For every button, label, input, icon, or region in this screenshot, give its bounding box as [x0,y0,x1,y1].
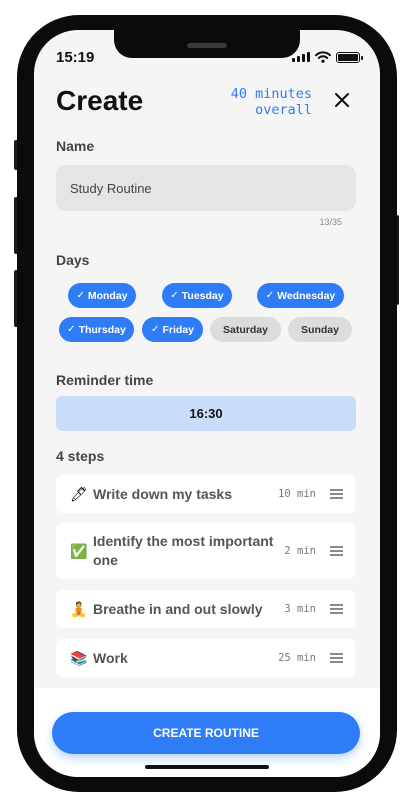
notch [114,30,300,58]
step-title: Write down my tasks [93,485,233,502]
name-label: Name [56,138,95,154]
overall-duration: 40 minutes overall [231,86,312,118]
day-chip-tuesday[interactable]: ✓ Tuesday [162,283,232,308]
day-chip-label: Monday [87,289,128,302]
check-icon: ✓ [151,324,160,335]
status-icons [292,51,363,63]
drag-handle-icon[interactable] [330,546,343,556]
day-chip-label: Saturday [223,323,268,336]
status-time: 15:19 [56,49,95,66]
reminder-label: Reminder time [56,372,154,388]
day-chip-label: Wednesday [277,289,336,302]
steps-label: 4 steps [56,448,105,464]
day-chip-sunday[interactable]: Sunday [288,317,352,342]
check-icon: ✓ [265,290,275,301]
battery-icon [336,51,363,63]
overall-duration-line1: 40 minutes [230,86,312,102]
day-chip-friday[interactable]: ✓ Friday [142,317,203,342]
check-icon: ✓ [76,290,85,301]
check-icon: ✓ [170,290,179,301]
days-label: Days [56,252,90,268]
name-char-counter: 13/35 [319,217,342,227]
check-icon: ✓ [67,324,76,335]
step-item[interactable]: 🖊 Write down my tasks 10 min [56,475,355,513]
day-chip-label: Tuesday [181,289,224,302]
drag-handle-icon[interactable] [330,653,343,663]
day-chip-saturday[interactable]: Saturday [210,317,281,342]
step-title: Identify the most important one [93,533,274,568]
step-item[interactable]: 📚 Work 25 min [56,639,355,677]
step-title: Work [93,649,128,666]
meditation-icon: 🧘 [70,600,88,617]
create-routine-button[interactable]: CREATE ROUTINE [52,712,360,754]
drag-handle-icon[interactable] [330,489,343,499]
day-chip-label: Friday [162,323,194,336]
step-duration: 10 min [278,488,316,500]
wifi-icon [315,51,331,63]
home-indicator [145,765,269,769]
drag-handle-icon[interactable] [330,604,343,614]
reminder-time-picker[interactable]: 16:30 [56,396,356,431]
step-item[interactable]: 🧘 Breathe in and out slowly 3 min [56,590,355,628]
day-chip-wednesday[interactable]: ✓ Wednesday [257,283,344,308]
name-input[interactable] [56,165,356,211]
app-screen: 15:19 Create 40 minutes overall Name 13/… [34,30,380,777]
page-title: Create [56,85,144,116]
books-icon: 📚 [70,649,88,666]
step-item[interactable]: ✅ Identify the most important one 2 min [56,523,355,579]
step-duration: 2 min [284,545,316,557]
day-chip-label: Thursday [78,323,126,336]
pen-icon: 🖊 [70,485,88,502]
signal-icon [292,52,310,62]
day-chip-thursday[interactable]: ✓ Thursday [59,317,134,342]
day-chip-monday[interactable]: ✓ Monday [68,283,136,308]
check-mark-icon: ✅ [70,542,88,559]
overall-duration-line2: overall [255,102,312,118]
speaker-grille [187,43,227,48]
day-chip-label: Sunday [301,323,339,336]
step-duration: 3 min [284,603,316,615]
step-duration: 25 min [278,652,316,664]
close-icon[interactable] [334,92,350,108]
step-title: Breathe in and out slowly [93,600,263,617]
